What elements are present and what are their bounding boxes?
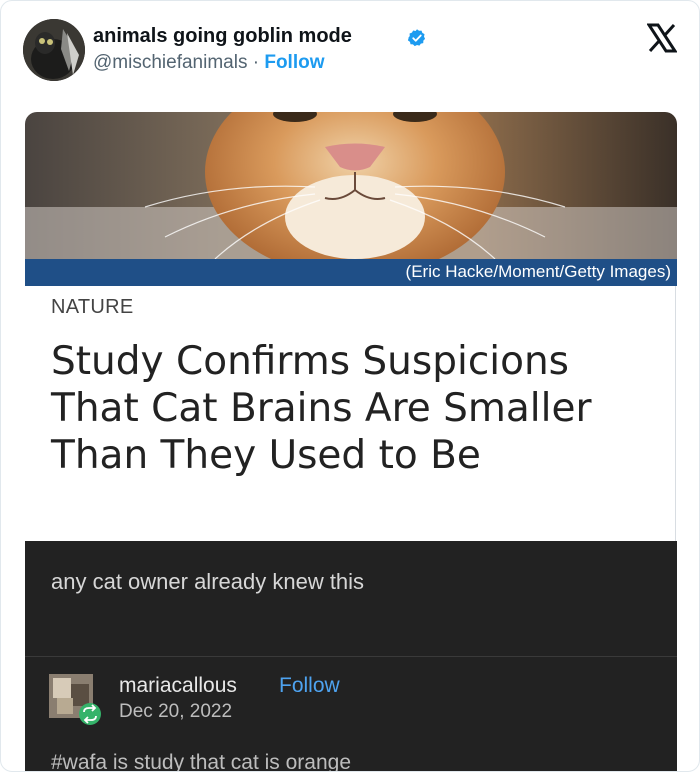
author-handle[interactable]: @mischiefanimals: [93, 52, 247, 73]
repost-user-avatar[interactable]: [49, 674, 103, 726]
author-avatar[interactable]: [23, 19, 85, 81]
tweet-header: animals going goblin mode @mischiefanima…: [23, 19, 679, 83]
repost-follow-button[interactable]: Follow: [279, 674, 340, 698]
repost-username[interactable]: mariacallous: [119, 674, 237, 698]
handle-separator: ·: [252, 52, 260, 73]
section-label: NATURE: [51, 296, 134, 318]
divider: [25, 656, 677, 657]
article-headline: Study Confirms Suspicions That Cat Brain…: [51, 339, 592, 478]
author-name[interactable]: animals going goblin mode: [93, 25, 352, 48]
tweet-card: animals going goblin mode @mischiefanima…: [0, 0, 700, 772]
photo-credit-bar: (Eric Hacke/Moment/Getty Images): [25, 259, 677, 286]
embedded-image[interactable]: (Eric Hacke/Moment/Getty Images) NATURE …: [25, 112, 677, 771]
x-logo-icon[interactable]: [646, 23, 678, 53]
handle-row: @mischiefanimals · Follow: [93, 52, 325, 74]
photo-credit: (Eric Hacke/Moment/Getty Images): [405, 262, 671, 281]
article-card: NATURE Study Confirms Suspicions That Ca…: [25, 286, 676, 541]
follow-button[interactable]: Follow: [264, 52, 324, 73]
comment-text: any cat owner already knew this: [51, 569, 365, 594]
verified-badge-icon: [407, 28, 427, 48]
repost-panel: any cat owner already knew this mariacal…: [25, 541, 677, 771]
repost-date: Dec 20, 2022: [119, 701, 233, 722]
cat-photo: [25, 112, 677, 277]
truncated-post-text: #wafa is study that cat is orange: [51, 751, 351, 771]
